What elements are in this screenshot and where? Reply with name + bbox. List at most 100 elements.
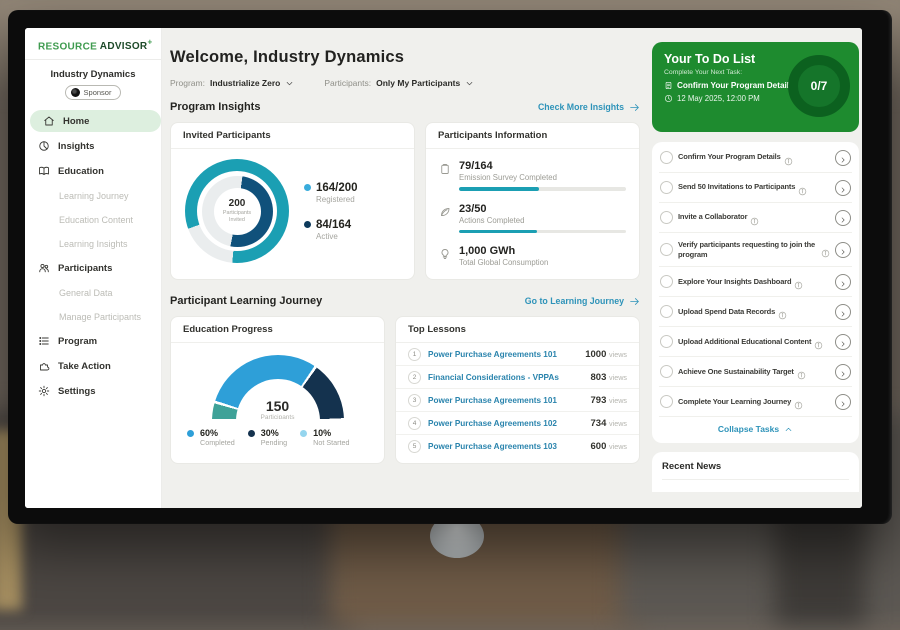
sidebar-nav: Home Insights Education Learning Journey… — [25, 110, 161, 402]
chevron-down-icon[interactable] — [465, 79, 474, 88]
legend-dot — [300, 430, 307, 437]
chevron-down-icon[interactable] — [285, 79, 294, 88]
org-name: Industry Dynamics — [25, 69, 161, 80]
program-filter-label: Program: — [170, 78, 205, 88]
legend-dot — [304, 221, 311, 228]
info-icon[interactable] — [798, 183, 807, 192]
todo-item[interactable]: Upload Additional Educational Content — [659, 327, 852, 357]
invited-card-title: Invited Participants — [171, 123, 414, 149]
todo-checkbox[interactable] — [660, 365, 673, 378]
sidebar-item[interactable]: Manage Participants — [25, 306, 161, 327]
sidebar-item-label: Education — [58, 166, 104, 177]
todo-item-label: Complete Your Learning Journey — [678, 397, 791, 407]
education-icon — [38, 165, 50, 177]
todo-item-label: Upload Spend Data Records — [678, 307, 775, 317]
todo-checkbox[interactable] — [660, 181, 673, 194]
lesson-views: 734 — [591, 418, 607, 429]
top-lessons-title: Top Lessons — [396, 317, 639, 343]
info-label: Actions Completed — [459, 216, 626, 225]
todo-open-button[interactable] — [835, 304, 851, 320]
todo-checkbox[interactable] — [660, 395, 673, 408]
legend-percent: 60% — [200, 428, 235, 438]
go-to-learning-journey-link[interactable]: Go to Learning Journey — [525, 296, 640, 307]
todo-item[interactable]: Confirm Your Program Details — [659, 143, 852, 173]
todo-checkbox[interactable] — [660, 211, 673, 224]
legend-label: Active — [316, 232, 358, 241]
lesson-link[interactable]: Power Purchase Agreements 103 — [428, 442, 584, 451]
app-logo: RESOURCE ADVISOR+ — [25, 28, 161, 60]
todo-item-label: Send 50 Invitations to Participants — [678, 182, 795, 192]
lesson-link[interactable]: Power Purchase Agreements 101 — [428, 350, 578, 359]
main-content: Welcome, Industry Dynamics Program: Indu… — [162, 28, 645, 508]
lesson-rank: 2 — [408, 371, 421, 384]
todo-open-button[interactable] — [835, 242, 851, 258]
invited-legend: 164/200 Registered 84/164 Active — [304, 182, 358, 241]
todo-item[interactable]: Send 50 Invitations to Participants — [659, 173, 852, 203]
sidebar-item[interactable]: Education Content — [25, 209, 161, 230]
todo-open-button[interactable] — [835, 364, 851, 380]
lesson-link[interactable]: Financial Considerations - VPPAs — [428, 373, 584, 382]
sidebar-item[interactable]: Home — [30, 110, 161, 132]
check-more-insights-link[interactable]: Check More Insights — [538, 102, 640, 113]
todo-list-card: Confirm Your Program Details Send 50 Inv… — [652, 142, 859, 443]
filters: Program: Industrialize Zero Participants… — [170, 78, 640, 88]
todo-open-button[interactable] — [835, 210, 851, 226]
sidebar-item[interactable]: Insights — [25, 135, 161, 157]
info-row: 1,000 GWh Total Global Consumption — [439, 245, 626, 267]
sidebar-item[interactable]: Participants — [25, 257, 161, 279]
legend-label: Completed — [200, 438, 235, 447]
legend-value: 84/164 — [316, 219, 351, 231]
lesson-views: 803 — [591, 372, 607, 383]
sidebar-item[interactable]: Learning Journey — [25, 185, 161, 206]
todo-checkbox[interactable] — [660, 151, 673, 164]
info-icon[interactable] — [794, 277, 803, 286]
todo-checkbox[interactable] — [660, 275, 673, 288]
info-icon[interactable] — [778, 307, 787, 316]
todo-item[interactable]: Complete Your Learning Journey — [659, 387, 852, 417]
education-card-title: Education Progress — [171, 317, 384, 343]
sidebar-item[interactable]: General Data — [25, 282, 161, 303]
todo-checkbox[interactable] — [660, 243, 673, 256]
info-icon[interactable] — [794, 397, 803, 406]
sidebar-item-label: Insights — [58, 141, 94, 152]
info-icon[interactable] — [797, 367, 806, 376]
sponsor-badge: Sponsor — [65, 85, 122, 100]
collapse-tasks-link[interactable]: Collapse Tasks — [659, 417, 852, 442]
todo-item[interactable]: Achieve One Sustainability Target — [659, 357, 852, 387]
sidebar-item[interactable]: Learning Insights — [25, 233, 161, 254]
participants-filter-value: Only My Participants — [376, 78, 460, 88]
info-label: Total Global Consumption — [459, 258, 626, 267]
todo-open-button[interactable] — [835, 334, 851, 350]
sidebar-item[interactable]: Program — [25, 330, 161, 352]
todo-item[interactable]: Invite a Collaborator — [659, 203, 852, 233]
todo-open-button[interactable] — [835, 274, 851, 290]
settings-icon — [38, 385, 50, 397]
chevron-right-icon — [839, 151, 847, 169]
todo-open-button[interactable] — [835, 394, 851, 410]
todo-item[interactable]: Explore Your Insights Dashboard — [659, 267, 852, 297]
sidebar-item[interactable]: Take Action — [25, 355, 161, 377]
program-filter[interactable]: Program: Industrialize Zero — [170, 78, 294, 88]
info-icon[interactable] — [821, 245, 830, 254]
sponsor-label: Sponsor — [84, 88, 112, 97]
sidebar-item[interactable]: Education — [25, 160, 161, 182]
info-icon[interactable] — [784, 153, 793, 162]
info-icon[interactable] — [750, 213, 759, 222]
todo-item[interactable]: Upload Spend Data Records — [659, 297, 852, 327]
lesson-link[interactable]: Power Purchase Agreements 101 — [428, 396, 584, 405]
legend-dot — [187, 430, 194, 437]
progress-bar — [459, 230, 626, 234]
todo-item-label: Upload Additional Educational Content — [678, 337, 811, 347]
todo-open-button[interactable] — [835, 150, 851, 166]
lesson-link[interactable]: Power Purchase Agreements 102 — [428, 419, 584, 428]
chevron-right-icon — [839, 275, 847, 293]
todo-item[interactable]: Verify participants requesting to join t… — [659, 233, 852, 267]
participants-filter[interactable]: Participants: Only My Participants — [324, 78, 474, 88]
page-title: Welcome, Industry Dynamics — [170, 48, 640, 67]
todo-checkbox[interactable] — [660, 305, 673, 318]
info-icon[interactable] — [814, 337, 823, 346]
sidebar-item[interactable]: Settings — [25, 380, 161, 402]
participants-information-card: Participants Information 79/164 Emission… — [425, 122, 640, 280]
todo-checkbox[interactable] — [660, 335, 673, 348]
todo-open-button[interactable] — [835, 180, 851, 196]
